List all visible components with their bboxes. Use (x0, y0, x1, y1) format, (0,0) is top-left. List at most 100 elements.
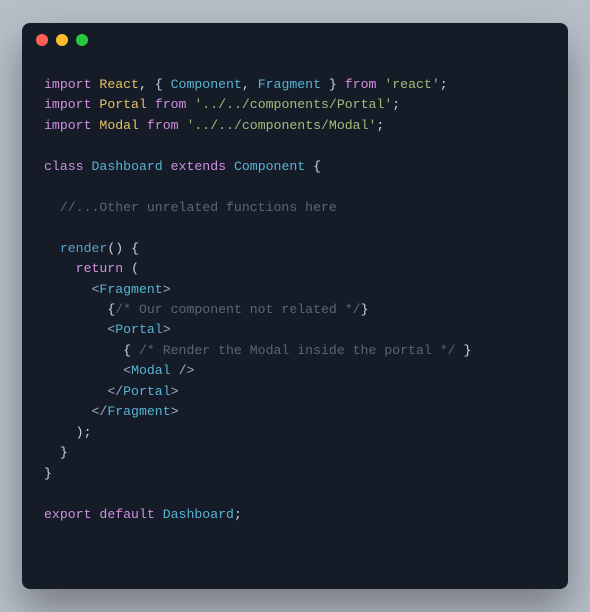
token-angle: > (171, 384, 179, 399)
token-plain (44, 445, 60, 460)
token-plain (147, 97, 155, 112)
token-str: '../../components/Modal' (186, 118, 376, 133)
zoom-icon[interactable] (76, 34, 88, 46)
token-plain (44, 241, 60, 256)
token-plain (44, 322, 107, 337)
token-brace: } (361, 302, 369, 317)
token-plain (44, 404, 91, 419)
code-line (44, 177, 546, 197)
token-tag: Modal (131, 363, 171, 378)
token-angle: </ (91, 404, 107, 419)
token-brace: { (313, 159, 321, 174)
token-punc: ( (131, 261, 139, 276)
token-brace: { (155, 77, 171, 92)
code-line: {/* Our component not related */} (44, 300, 546, 320)
token-angle: > (163, 322, 171, 337)
token-kw: import (44, 118, 91, 133)
token-punc: , (242, 77, 258, 92)
code-editor[interactable]: import React, { Component, Fragment } fr… (22, 57, 568, 589)
close-icon[interactable] (36, 34, 48, 46)
token-str: 'react' (384, 77, 439, 92)
code-line: <Fragment> (44, 280, 546, 300)
code-line: import Modal from '../../components/Moda… (44, 116, 546, 136)
token-brace: } (456, 343, 472, 358)
token-angle: /> (179, 363, 195, 378)
token-kw: import (44, 77, 91, 92)
token-punc: ; (234, 507, 242, 522)
token-tag: Portal (123, 384, 170, 399)
token-angle: </ (107, 384, 123, 399)
token-plain (155, 507, 163, 522)
token-plain (44, 384, 107, 399)
token-punc: ; (392, 97, 400, 112)
token-def: Modal (99, 118, 139, 133)
token-angle: < (123, 363, 131, 378)
code-line: import React, { Component, Fragment } fr… (44, 75, 546, 95)
token-kw: class (44, 159, 84, 174)
token-plain (44, 282, 91, 297)
token-fn: render (60, 241, 107, 256)
token-dim: /* Our component not related */ (115, 302, 360, 317)
code-line: } (44, 464, 546, 484)
token-plain (44, 343, 123, 358)
window-titlebar (22, 23, 568, 57)
token-plain (44, 363, 123, 378)
token-punc: ); (76, 425, 92, 440)
token-tag: Portal (115, 322, 162, 337)
token-punc: () (107, 241, 131, 256)
token-tag: Fragment (99, 282, 162, 297)
token-str: '../../components/Portal' (194, 97, 392, 112)
token-plain (305, 159, 313, 174)
token-punc: ; (440, 77, 448, 92)
token-plain (84, 159, 92, 174)
code-line: render() { (44, 239, 546, 259)
token-kw: export (44, 507, 91, 522)
token-plain (337, 77, 345, 92)
code-line: export default Dashboard; (44, 505, 546, 525)
code-line (44, 484, 546, 504)
code-line (44, 218, 546, 238)
token-kw: return (76, 261, 123, 276)
token-tag: Fragment (107, 404, 170, 419)
token-plain (171, 363, 179, 378)
token-cls: Dashboard (92, 159, 163, 174)
code-line: <Modal /> (44, 361, 546, 381)
code-line (44, 136, 546, 156)
token-kw: import (44, 97, 91, 112)
token-def: Portal (99, 97, 146, 112)
code-line: return ( (44, 259, 546, 279)
token-cls: Component (234, 159, 305, 174)
editor-window: import React, { Component, Fragment } fr… (22, 23, 568, 589)
token-plain (163, 159, 171, 174)
code-line: ); (44, 423, 546, 443)
token-cls: Fragment (258, 77, 321, 92)
token-brace: } (321, 77, 337, 92)
token-kw: from (147, 118, 179, 133)
token-brace: { (123, 343, 139, 358)
token-dim: /* Render the Modal inside the portal */ (139, 343, 456, 358)
token-def: React (99, 77, 139, 92)
token-angle: > (171, 404, 179, 419)
token-dim: //...Other unrelated functions here (44, 200, 337, 215)
token-plain (44, 261, 76, 276)
token-brace: } (60, 445, 68, 460)
token-cls: Dashboard (163, 507, 234, 522)
token-plain (139, 118, 147, 133)
minimize-icon[interactable] (56, 34, 68, 46)
code-line: </Portal> (44, 382, 546, 402)
token-punc: ; (376, 118, 384, 133)
token-cls: Component (171, 77, 242, 92)
token-plain (44, 302, 107, 317)
code-line: class Dashboard extends Component { (44, 157, 546, 177)
code-line: //...Other unrelated functions here (44, 198, 546, 218)
token-brace: { (131, 241, 139, 256)
token-kw: from (345, 77, 377, 92)
token-kw: extends (171, 159, 226, 174)
code-line: <Portal> (44, 320, 546, 340)
code-line: { /* Render the Modal inside the portal … (44, 341, 546, 361)
token-kw: from (155, 97, 187, 112)
code-line: } (44, 443, 546, 463)
token-brace: } (44, 466, 52, 481)
token-kw: default (99, 507, 154, 522)
token-angle: > (163, 282, 171, 297)
